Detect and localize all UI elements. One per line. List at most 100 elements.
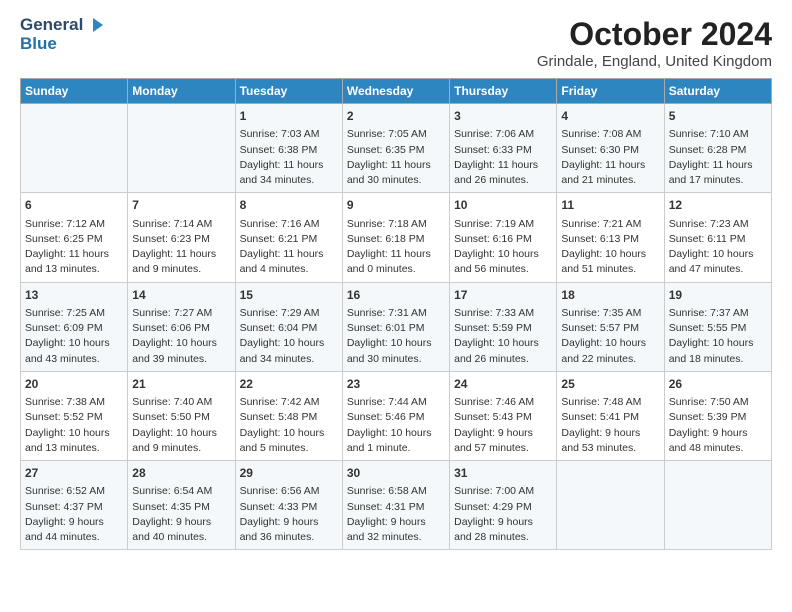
- day-info: Sunrise: 7:08 AM: [561, 127, 659, 142]
- day-number: 5: [669, 108, 767, 125]
- day-info: Sunrise: 7:18 AM: [347, 217, 445, 232]
- day-info: Daylight: 11 hours: [132, 247, 230, 262]
- logo: General Blue: [20, 16, 103, 53]
- day-info: Sunset: 4:29 PM: [454, 500, 552, 515]
- day-info: Sunset: 6:04 PM: [240, 321, 338, 336]
- day-number: 2: [347, 108, 445, 125]
- calendar-cell: 4Sunrise: 7:08 AMSunset: 6:30 PMDaylight…: [557, 104, 664, 193]
- calendar-table: SundayMondayTuesdayWednesdayThursdayFrid…: [20, 78, 772, 550]
- day-info: Daylight: 10 hours: [132, 426, 230, 441]
- day-info: Daylight: 11 hours: [25, 247, 123, 262]
- day-info: Daylight: 11 hours: [240, 247, 338, 262]
- day-number: 3: [454, 108, 552, 125]
- day-info: and 57 minutes.: [454, 441, 552, 456]
- calendar-cell: 27Sunrise: 6:52 AMSunset: 4:37 PMDayligh…: [21, 461, 128, 550]
- header-day-sunday: Sunday: [21, 79, 128, 104]
- day-info: Sunrise: 6:56 AM: [240, 484, 338, 499]
- calendar-cell: 31Sunrise: 7:00 AMSunset: 4:29 PMDayligh…: [450, 461, 557, 550]
- day-number: 20: [25, 376, 123, 393]
- day-info: and 4 minutes.: [240, 262, 338, 277]
- day-info: Daylight: 9 hours: [454, 515, 552, 530]
- day-info: Sunset: 6:21 PM: [240, 232, 338, 247]
- day-info: Sunset: 5:55 PM: [669, 321, 767, 336]
- day-info: Sunset: 6:18 PM: [347, 232, 445, 247]
- day-info: Sunrise: 7:12 AM: [25, 217, 123, 232]
- header-day-thursday: Thursday: [450, 79, 557, 104]
- day-info: Daylight: 11 hours: [347, 158, 445, 173]
- day-number: 16: [347, 287, 445, 304]
- day-info: and 26 minutes.: [454, 352, 552, 367]
- day-info: and 53 minutes.: [561, 441, 659, 456]
- day-info: Sunrise: 7:21 AM: [561, 217, 659, 232]
- day-info: Sunrise: 7:31 AM: [347, 306, 445, 321]
- day-number: 30: [347, 465, 445, 482]
- day-info: and 13 minutes.: [25, 262, 123, 277]
- day-info: Sunset: 6:25 PM: [25, 232, 123, 247]
- calendar-cell: 24Sunrise: 7:46 AMSunset: 5:43 PMDayligh…: [450, 371, 557, 460]
- calendar-cell: 6Sunrise: 7:12 AMSunset: 6:25 PMDaylight…: [21, 193, 128, 282]
- day-number: 18: [561, 287, 659, 304]
- day-info: Sunset: 4:31 PM: [347, 500, 445, 515]
- day-info: and 34 minutes.: [240, 173, 338, 188]
- day-info: Daylight: 10 hours: [669, 336, 767, 351]
- day-info: Sunset: 5:41 PM: [561, 410, 659, 425]
- calendar-week-row: 20Sunrise: 7:38 AMSunset: 5:52 PMDayligh…: [21, 371, 772, 460]
- day-info: Daylight: 10 hours: [561, 336, 659, 351]
- day-info: Sunset: 6:33 PM: [454, 143, 552, 158]
- day-info: and 40 minutes.: [132, 530, 230, 545]
- calendar-week-row: 6Sunrise: 7:12 AMSunset: 6:25 PMDaylight…: [21, 193, 772, 282]
- day-info: Daylight: 10 hours: [25, 426, 123, 441]
- day-info: Daylight: 10 hours: [669, 247, 767, 262]
- day-info: Sunset: 5:52 PM: [25, 410, 123, 425]
- day-info: Sunrise: 7:00 AM: [454, 484, 552, 499]
- day-info: and 9 minutes.: [132, 262, 230, 277]
- day-info: Daylight: 9 hours: [669, 426, 767, 441]
- calendar-cell: [664, 461, 771, 550]
- day-info: Sunset: 4:33 PM: [240, 500, 338, 515]
- day-info: Sunset: 6:28 PM: [669, 143, 767, 158]
- day-info: Sunset: 5:48 PM: [240, 410, 338, 425]
- day-info: Sunset: 6:35 PM: [347, 143, 445, 158]
- calendar-subtitle: Grindale, England, United Kingdom: [537, 53, 772, 70]
- day-info: Sunset: 5:57 PM: [561, 321, 659, 336]
- day-info: Daylight: 10 hours: [240, 426, 338, 441]
- day-info: and 32 minutes.: [347, 530, 445, 545]
- header-day-monday: Monday: [128, 79, 235, 104]
- calendar-cell: [21, 104, 128, 193]
- day-info: Daylight: 11 hours: [240, 158, 338, 173]
- day-info: Sunrise: 7:16 AM: [240, 217, 338, 232]
- calendar-cell: 30Sunrise: 6:58 AMSunset: 4:31 PMDayligh…: [342, 461, 449, 550]
- day-info: and 36 minutes.: [240, 530, 338, 545]
- day-info: Daylight: 10 hours: [132, 336, 230, 351]
- day-info: and 51 minutes.: [561, 262, 659, 277]
- day-info: Sunrise: 7:46 AM: [454, 395, 552, 410]
- day-info: Sunset: 6:30 PM: [561, 143, 659, 158]
- day-info: Daylight: 10 hours: [240, 336, 338, 351]
- day-number: 14: [132, 287, 230, 304]
- day-info: Daylight: 11 hours: [347, 247, 445, 262]
- day-info: Daylight: 10 hours: [454, 247, 552, 262]
- day-info: Sunset: 6:13 PM: [561, 232, 659, 247]
- day-info: Sunrise: 7:35 AM: [561, 306, 659, 321]
- calendar-cell: 20Sunrise: 7:38 AMSunset: 5:52 PMDayligh…: [21, 371, 128, 460]
- calendar-cell: 28Sunrise: 6:54 AMSunset: 4:35 PMDayligh…: [128, 461, 235, 550]
- day-info: Sunrise: 7:37 AM: [669, 306, 767, 321]
- day-info: Sunset: 6:06 PM: [132, 321, 230, 336]
- calendar-cell: 26Sunrise: 7:50 AMSunset: 5:39 PMDayligh…: [664, 371, 771, 460]
- day-info: Sunset: 6:38 PM: [240, 143, 338, 158]
- day-info: Sunrise: 7:42 AM: [240, 395, 338, 410]
- day-info: Sunrise: 7:25 AM: [25, 306, 123, 321]
- day-info: Daylight: 11 hours: [454, 158, 552, 173]
- day-info: Daylight: 9 hours: [132, 515, 230, 530]
- day-info: Sunset: 6:09 PM: [25, 321, 123, 336]
- day-number: 13: [25, 287, 123, 304]
- day-number: 26: [669, 376, 767, 393]
- day-info: Sunset: 5:39 PM: [669, 410, 767, 425]
- calendar-week-row: 27Sunrise: 6:52 AMSunset: 4:37 PMDayligh…: [21, 461, 772, 550]
- day-info: Daylight: 10 hours: [25, 336, 123, 351]
- logo-icon: [85, 16, 103, 34]
- calendar-cell: 1Sunrise: 7:03 AMSunset: 6:38 PMDaylight…: [235, 104, 342, 193]
- calendar-week-row: 1Sunrise: 7:03 AMSunset: 6:38 PMDaylight…: [21, 104, 772, 193]
- day-info: and 1 minute.: [347, 441, 445, 456]
- header-day-saturday: Saturday: [664, 79, 771, 104]
